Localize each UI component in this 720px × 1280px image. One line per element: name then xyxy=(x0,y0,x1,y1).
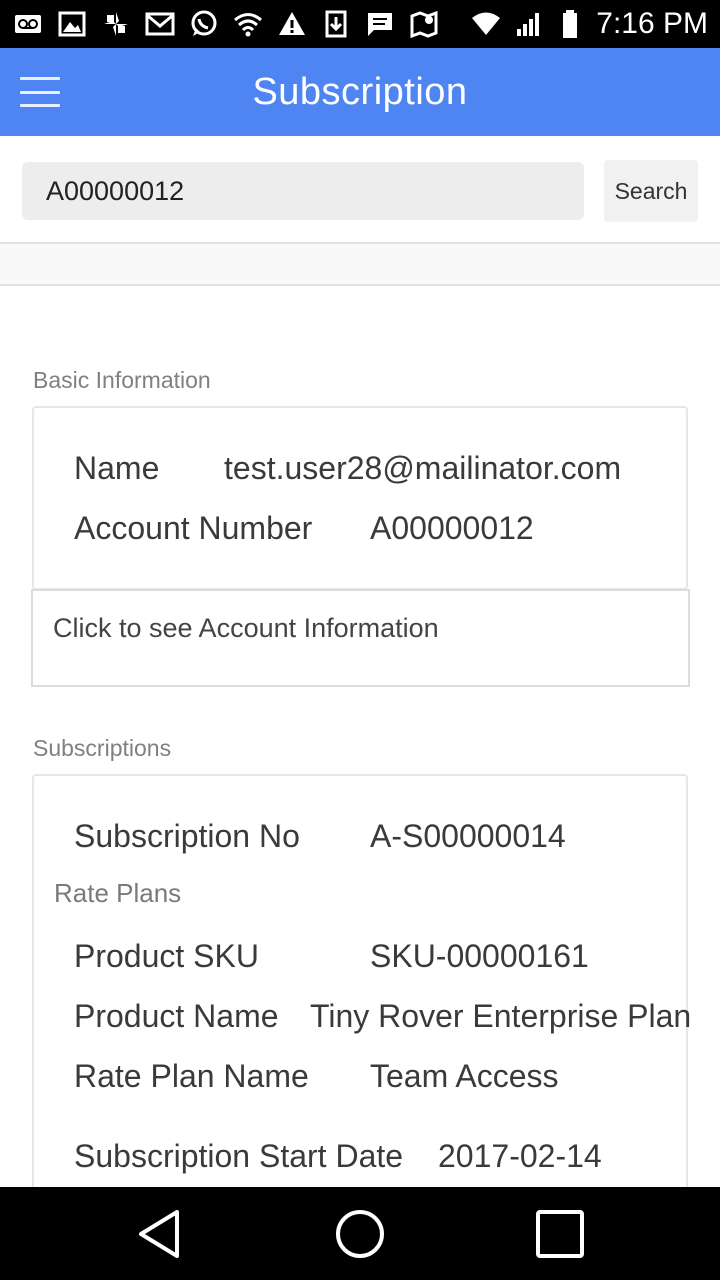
back-icon[interactable] xyxy=(125,1199,195,1269)
recents-icon[interactable] xyxy=(525,1199,595,1269)
product-sku-value: SKU-00000161 xyxy=(370,938,589,974)
basic-info-label: Basic Information xyxy=(33,367,211,393)
search-row: Search xyxy=(0,136,720,244)
rate-plan-name-label: Rate Plan Name xyxy=(74,1058,309,1094)
account-number-value: A00000012 xyxy=(370,510,534,546)
navigation-bar xyxy=(0,1187,720,1280)
rate-plans-label: Rate Plans xyxy=(54,878,182,908)
account-number-label: Account Number xyxy=(74,510,313,546)
gmail-icon xyxy=(144,8,176,40)
subscriptions-label: Subscriptions xyxy=(33,735,172,761)
battery-icon xyxy=(554,8,586,40)
hamburger-menu-icon[interactable] xyxy=(18,74,62,110)
pinwheel-icon xyxy=(100,8,132,40)
message-icon xyxy=(364,8,396,40)
clock: 7:16 PM xyxy=(596,7,708,40)
image-icon xyxy=(56,8,88,40)
signal-icon xyxy=(512,8,544,40)
status-bar: 7:16 PM xyxy=(0,0,720,48)
subscription-no-label: Subscription No xyxy=(74,818,300,854)
app-bar: Subscription xyxy=(0,48,720,136)
maps-icon xyxy=(408,8,440,40)
name-value: test.user28@mailinator.com xyxy=(224,450,622,486)
notification-icons xyxy=(12,8,440,40)
product-sku-label: Product SKU xyxy=(74,938,259,974)
rate-plan-name-value: Team Access xyxy=(370,1058,559,1094)
product-name-label: Product Name xyxy=(74,998,279,1034)
system-icons: 7:16 PM xyxy=(470,7,708,41)
home-icon[interactable] xyxy=(325,1199,395,1269)
account-info-link[interactable]: Click to see Account Information xyxy=(31,589,690,687)
page-title: Subscription xyxy=(252,70,468,113)
voicemail-icon xyxy=(12,8,44,40)
subscription-no-value: A-S00000014 xyxy=(370,818,566,854)
download-icon xyxy=(320,8,352,40)
divider-strip xyxy=(0,242,720,286)
warning-icon xyxy=(276,8,308,40)
search-button[interactable]: Search xyxy=(604,160,698,222)
screen: 7:16 PM Subscription Search Basic Inform… xyxy=(0,0,720,1280)
search-input[interactable] xyxy=(22,162,584,220)
basic-info-card xyxy=(32,406,688,590)
product-name-value: Tiny Rover Enterprise Plan xyxy=(310,998,692,1034)
wifi-alert-icon xyxy=(232,8,264,40)
name-label: Name xyxy=(74,450,160,486)
start-date-label: Subscription Start Date xyxy=(74,1138,404,1174)
whatsapp-icon xyxy=(188,8,220,40)
start-date-value: 2017-02-14 xyxy=(438,1138,602,1174)
wifi-icon xyxy=(470,8,502,40)
